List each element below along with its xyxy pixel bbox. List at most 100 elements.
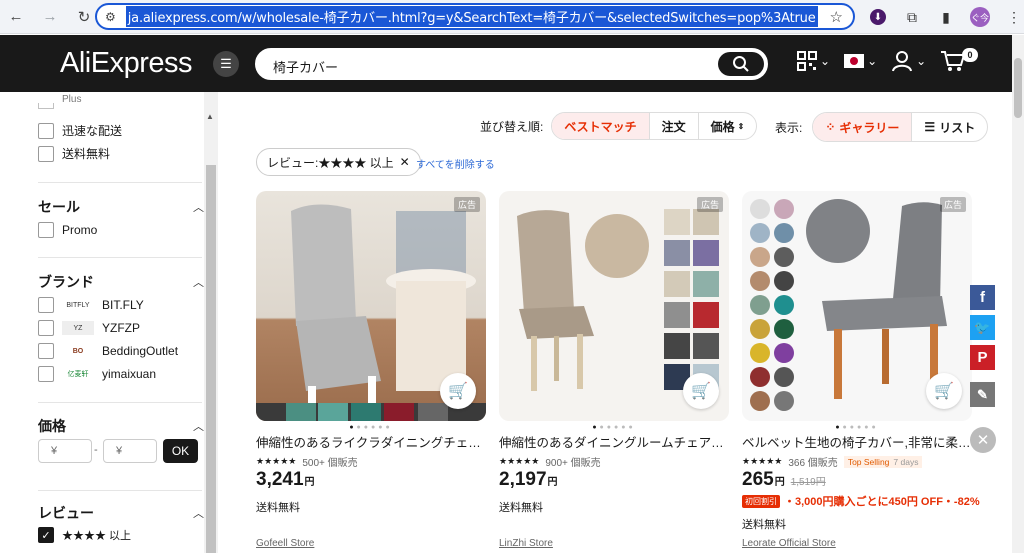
- product-title[interactable]: ベルベット生地の椅子カバー,非常に柔らかい: [742, 432, 972, 451]
- product-card[interactable]: 広告 🛒 ●●●●●● 伸縮性のあるダイニングルームチェアカバー ★★★★★ 90…: [499, 191, 729, 549]
- filter-free-shipping[interactable]: 送料無料: [38, 145, 110, 162]
- add-cart-icon: 🛒: [934, 383, 954, 400]
- checkbox[interactable]: [38, 366, 54, 382]
- filter-promo[interactable]: Promo: [38, 222, 97, 238]
- checkbox[interactable]: [38, 297, 54, 313]
- sort-best-match[interactable]: ベストマッチ: [552, 113, 650, 139]
- region-selector[interactable]: ⌄: [844, 54, 877, 68]
- view-label: 表示:: [775, 120, 803, 135]
- product-title[interactable]: 伸縮性のあるダイニングルームチェアカバー: [499, 432, 729, 451]
- search-input[interactable]: 椅子カバー: [273, 57, 338, 76]
- product-image[interactable]: 広告 🛒: [256, 191, 486, 421]
- extensions-icon[interactable]: ⧉: [902, 7, 922, 27]
- bookmark-star-icon[interactable]: ☆: [830, 8, 843, 26]
- reload-icon[interactable]: ↻: [74, 7, 94, 27]
- checkbox-checked[interactable]: ✓: [38, 527, 54, 543]
- product-card[interactable]: 広告 🛒 ●●●●●● 伸縮性のあるライクラダイニングチェアカバー ★★★★★ 5…: [256, 191, 486, 549]
- search-bar[interactable]: 椅子カバー: [255, 48, 768, 80]
- product-rating: ★★★★★ 900+ 個販売: [499, 454, 601, 469]
- site-info-icon[interactable]: ⚙: [105, 10, 116, 24]
- price-min-input[interactable]: ¥: [38, 439, 92, 463]
- sort-label: 並び替え順:: [480, 119, 544, 134]
- facebook-share-icon[interactable]: f: [970, 285, 995, 310]
- ad-label: 広告: [939, 197, 966, 212]
- image-carousel-dots[interactable]: ●●●●●●: [256, 424, 486, 431]
- account-button[interactable]: ⌄: [891, 50, 926, 72]
- sold-count: 366 個販売: [788, 458, 838, 469]
- clear-all-filters-link[interactable]: すべてを削除する: [416, 156, 495, 171]
- store-link[interactable]: Gofeell Store: [256, 538, 314, 549]
- shipping-info: 送料無料: [742, 519, 786, 531]
- brand-logo: BITFLY: [66, 301, 90, 309]
- category-menu-icon[interactable]: ☰: [213, 51, 239, 77]
- twitter-share-icon[interactable]: 🐦: [970, 315, 995, 340]
- product-title[interactable]: 伸縮性のあるライクラダイニングチェアカバー: [256, 432, 486, 451]
- price-ok-button[interactable]: OK: [163, 439, 198, 463]
- url-text[interactable]: ja.aliexpress.com/w/wholesale-椅子カバー.html…: [125, 6, 818, 27]
- sale-section-title[interactable]: セール: [38, 197, 80, 217]
- sort-price[interactable]: 価格 ⇕: [699, 113, 757, 139]
- sidebar-toggle-icon[interactable]: ▮: [936, 7, 956, 27]
- rating-stars: ★★★★★: [742, 456, 783, 466]
- view-list[interactable]: ☰ リスト: [912, 113, 987, 141]
- rating-stars: ★★★★★: [256, 456, 297, 466]
- browser-menu-icon[interactable]: ⋮: [1004, 7, 1024, 27]
- chevron-up-icon[interactable]: ︿: [193, 418, 204, 434]
- original-price: 1,519円: [790, 477, 826, 488]
- image-carousel-dots[interactable]: ●●●●●●: [742, 424, 972, 431]
- review-section-title[interactable]: レビュー: [38, 503, 94, 523]
- filter-fast-delivery[interactable]: 迅速な配送: [38, 122, 122, 139]
- sidebar-scrollbar-thumb[interactable]: [206, 165, 216, 553]
- sort-orders[interactable]: 注文: [650, 113, 699, 139]
- search-button[interactable]: [718, 52, 764, 76]
- store-link[interactable]: LinZhi Store: [499, 538, 553, 549]
- price-section-title[interactable]: 価格: [38, 416, 66, 436]
- product-card[interactable]: 広告 🛒 ●●●●●● ベルベット生地の椅子カバー,非常に柔らかい ★★★★★ 3…: [742, 191, 980, 549]
- page-scrollbar-thumb[interactable]: [1014, 58, 1022, 118]
- add-cart-icon: 🛒: [691, 383, 711, 400]
- checkbox[interactable]: [38, 320, 54, 336]
- download-icon[interactable]: ⬇: [868, 7, 888, 27]
- filter-brand-bitfly[interactable]: BITFLY BIT.FLY: [38, 297, 144, 313]
- checkbox[interactable]: [38, 222, 54, 238]
- divider: [38, 490, 202, 491]
- edit-pencil-icon[interactable]: ✎: [970, 382, 995, 407]
- qr-app-button[interactable]: ⌄: [797, 51, 830, 71]
- product-image[interactable]: 広告 🛒: [742, 191, 972, 421]
- pinterest-share-icon[interactable]: P: [970, 345, 995, 370]
- profile-avatar[interactable]: ぐ今: [970, 7, 990, 27]
- checkbox[interactable]: [38, 145, 54, 162]
- add-to-cart-button[interactable]: 🛒: [683, 373, 719, 409]
- chevron-up-icon[interactable]: ︿: [193, 505, 204, 521]
- forward-icon[interactable]: →: [40, 7, 60, 27]
- close-share-icon[interactable]: ✕: [970, 427, 996, 453]
- brand-section-title[interactable]: ブランド: [38, 272, 94, 292]
- product-image[interactable]: 広告 🛒: [499, 191, 729, 421]
- store-link[interactable]: Leorate Official Store: [742, 538, 836, 549]
- filter-review-4star[interactable]: ✓ ★★★★ 以上: [38, 527, 131, 543]
- price-max-input[interactable]: ¥: [103, 439, 157, 463]
- rating-stars: ★★★★★: [499, 456, 540, 466]
- close-icon[interactable]: ✕: [400, 155, 410, 169]
- image-carousel-dots[interactable]: ●●●●●●: [499, 424, 729, 431]
- checkbox[interactable]: [38, 102, 54, 109]
- chevron-up-icon[interactable]: ︿: [193, 274, 204, 290]
- filter-brand-beddingoutlet[interactable]: BO BeddingOutlet: [38, 343, 178, 359]
- active-filter-chip[interactable]: レビュー:★★★★ 以上 ✕: [256, 148, 421, 176]
- add-to-cart-button[interactable]: 🛒: [440, 373, 476, 409]
- site-logo[interactable]: AliExpress: [60, 47, 193, 80]
- divider: [38, 182, 202, 183]
- scroll-up-icon[interactable]: ▲: [206, 112, 214, 121]
- chevron-up-icon[interactable]: ︿: [193, 199, 204, 215]
- divider: [38, 257, 202, 258]
- filter-brand-yzfzp[interactable]: YZ YZFZP: [38, 320, 140, 336]
- checkbox[interactable]: [38, 343, 54, 359]
- filter-plus[interactable]: Plus: [38, 94, 81, 111]
- view-gallery[interactable]: ⁘ ギャラリー: [813, 113, 913, 141]
- back-icon[interactable]: ←: [6, 7, 26, 27]
- checkbox[interactable]: [38, 122, 54, 139]
- add-to-cart-button[interactable]: 🛒: [926, 373, 962, 409]
- filter-brand-yimaixuan[interactable]: 亿麦轩 yimaixuan: [38, 366, 156, 382]
- address-bar[interactable]: ⚙ ja.aliexpress.com/w/wholesale-椅子カバー.ht…: [95, 3, 855, 30]
- top-selling-badge: Top Selling 7 days: [843, 455, 923, 468]
